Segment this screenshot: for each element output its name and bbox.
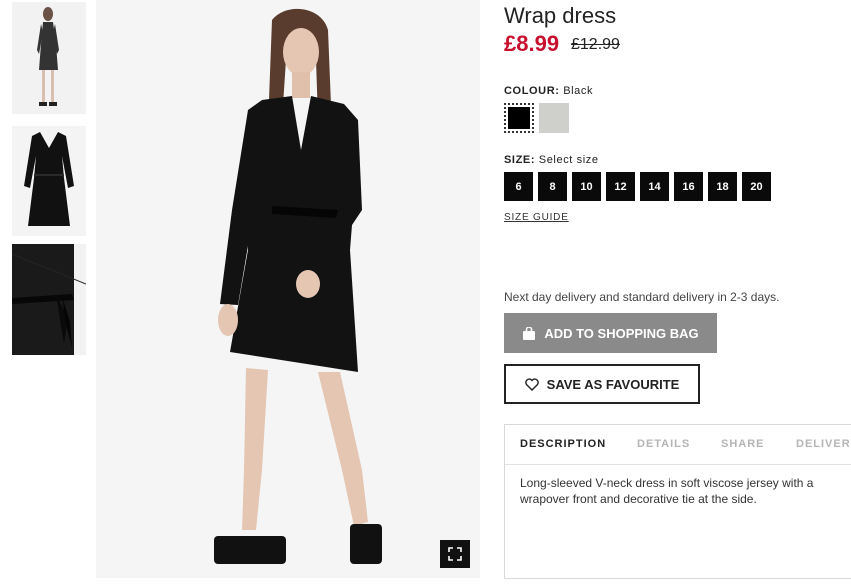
- size-placeholder: Select size: [538, 154, 599, 166]
- thumbnail-tie-detail[interactable]: [12, 244, 86, 355]
- save-favourite-button[interactable]: SAVE AS FAVOURITE: [504, 364, 700, 404]
- original-price: £12.99: [571, 36, 620, 53]
- size-button-8[interactable]: 8: [538, 172, 567, 201]
- product-info-tabs: DESCRIPTION DETAILS SHARE DELIVERY Long-…: [504, 424, 851, 579]
- colour-swatch-black[interactable]: [504, 103, 534, 133]
- colour-selected-value: Black: [563, 85, 594, 97]
- thumbnail-dress-flat[interactable]: [12, 126, 86, 236]
- add-to-bag-label: ADD TO SHOPPING BAG: [544, 325, 699, 341]
- main-product-image[interactable]: [96, 0, 480, 578]
- heart-icon: [524, 377, 539, 391]
- size-button-16[interactable]: 16: [674, 172, 703, 201]
- shopping-bag-icon: [523, 326, 536, 340]
- size-button-14[interactable]: 14: [640, 172, 669, 201]
- colour-label: COLOUR:: [504, 85, 560, 97]
- size-row: SIZE: Select size: [504, 154, 599, 166]
- sale-price: £8.99: [504, 31, 560, 56]
- product-title: Wrap dress: [504, 3, 617, 28]
- size-button-18[interactable]: 18: [708, 172, 737, 201]
- tab-description[interactable]: DESCRIPTION: [520, 438, 606, 450]
- tab-bar: DESCRIPTION DETAILS SHARE DELIVERY: [505, 425, 851, 465]
- delivery-info: Next day delivery and standard delivery …: [504, 290, 780, 304]
- size-button-20[interactable]: 20: [742, 172, 771, 201]
- size-button-6[interactable]: 6: [504, 172, 533, 201]
- size-guide-link[interactable]: SIZE GUIDE: [504, 212, 569, 223]
- expand-image-button[interactable]: [440, 540, 470, 568]
- product-page: Wrap dress £8.99 £12.99 COLOUR: Black SI…: [0, 0, 851, 585]
- save-favourite-label: SAVE AS FAVOURITE: [546, 376, 680, 392]
- size-button-10[interactable]: 10: [572, 172, 601, 201]
- expand-icon: [448, 547, 462, 561]
- colour-swatch-grey[interactable]: [539, 103, 569, 133]
- description-text: Long-sleeved V-neck dress in soft viscos…: [520, 476, 814, 506]
- tab-details[interactable]: DETAILS: [637, 438, 690, 450]
- colour-row: COLOUR: Black: [504, 85, 593, 97]
- size-button-12[interactable]: 12: [606, 172, 635, 201]
- size-options: 6 8 10 12 14 16 18 20: [504, 172, 771, 201]
- size-label: SIZE:: [504, 154, 536, 166]
- add-to-bag-button[interactable]: ADD TO SHOPPING BAG: [504, 313, 717, 353]
- tab-delivery[interactable]: DELIVERY: [796, 438, 851, 450]
- tab-share[interactable]: SHARE: [721, 438, 765, 450]
- thumbnail-model-front[interactable]: [12, 2, 86, 114]
